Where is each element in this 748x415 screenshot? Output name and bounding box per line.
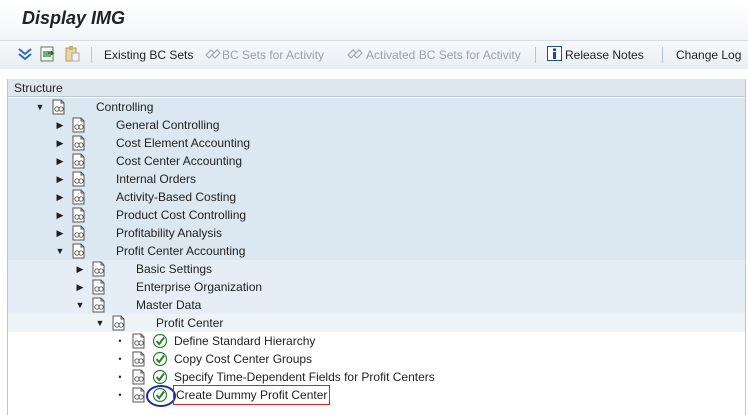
documentation-icon <box>71 225 87 241</box>
expand-arrow-icon[interactable]: ▶ <box>55 224 65 242</box>
collapse-arrow-icon[interactable]: ▼ <box>35 98 45 116</box>
expand-arrow-icon[interactable]: ▶ <box>55 134 65 152</box>
execute-activity-icon[interactable] <box>152 369 168 385</box>
clipboard-icon[interactable] <box>63 45 81 63</box>
tree-node[interactable]: ▶ Basic Settings <box>8 260 745 278</box>
tree-node[interactable]: ▶ Product Cost Controlling <box>8 206 745 224</box>
tree-node[interactable]: ▼ Master Data <box>8 296 745 314</box>
documentation-icon <box>71 207 87 223</box>
leaf-bullet-icon: • <box>118 390 122 400</box>
tree-node-label[interactable]: Profit Center <box>156 314 223 332</box>
collapse-arrow-icon[interactable]: ▼ <box>95 314 105 332</box>
tree-node-label[interactable]: Activity-Based Costing <box>116 188 236 206</box>
expand-arrow-icon[interactable]: ▶ <box>75 260 85 278</box>
tree-node-label[interactable]: Copy Cost Center Groups <box>174 350 312 368</box>
documentation-icon <box>91 261 107 277</box>
tree-node[interactable]: ▶ Enterprise Organization <box>8 278 745 296</box>
tree-node-label[interactable]: Profit Center Accounting <box>116 242 245 260</box>
expand-arrow-icon[interactable]: ▶ <box>55 152 65 170</box>
documentation-icon <box>131 333 147 349</box>
toolbar-separator <box>662 47 663 63</box>
tree-node-label[interactable]: Product Cost Controlling <box>116 206 246 224</box>
application-toolbar: Existing BC Sets BC Sets for Activity Ac… <box>0 40 748 70</box>
documentation-icon <box>71 171 87 187</box>
documentation-icon <box>71 135 87 151</box>
tree-node[interactable]: ▼ Controlling <box>8 98 745 116</box>
documentation-icon <box>71 117 87 133</box>
tree-node-label[interactable]: Create Dummy Profit Center <box>172 385 331 405</box>
documentation-icon <box>91 297 107 313</box>
tree-node[interactable]: • Define Standard Hierarchy <box>8 332 745 350</box>
toolbar-gap <box>0 69 748 79</box>
expand-arrow-icon[interactable]: ▶ <box>55 170 65 188</box>
tree-node-label[interactable]: Controlling <box>96 98 153 116</box>
tree-node[interactable]: ▶ Internal Orders <box>8 170 745 188</box>
tree-node-label[interactable]: Enterprise Organization <box>136 278 262 296</box>
tree-node[interactable]: ▼ Profit Center Accounting <box>8 242 745 260</box>
tree-node-label[interactable]: Cost Element Accounting <box>116 134 250 152</box>
tree-node[interactable]: • Copy Cost Center Groups <box>8 350 745 368</box>
documentation-icon <box>51 99 67 115</box>
tree-node[interactable]: ▶ Profitability Analysis <box>8 224 745 242</box>
tree-node[interactable]: ▶ Cost Element Accounting <box>8 134 745 152</box>
documentation-icon <box>91 279 107 295</box>
bc-set-icon[interactable] <box>204 45 222 63</box>
tree-node-label[interactable]: Master Data <box>136 296 201 314</box>
tree-node[interactable]: • Create Dummy Profit Center <box>8 385 745 407</box>
documentation-icon <box>131 387 147 403</box>
documentation-icon <box>71 189 87 205</box>
bc-sets-for-activity-button[interactable]: BC Sets for Activity <box>222 46 324 64</box>
activated-bc-set-icon[interactable] <box>346 45 364 63</box>
tree-node[interactable]: ▶ General Controlling <box>8 116 745 134</box>
leaf-bullet-icon: • <box>118 354 122 364</box>
documentation-icon <box>111 315 127 331</box>
existing-bc-sets-button[interactable]: Existing BC Sets <box>104 46 193 64</box>
execute-activity-icon[interactable] <box>152 351 168 367</box>
toolbar-separator <box>91 47 92 63</box>
highlight-circle <box>146 385 176 407</box>
expand-subtree-icon[interactable] <box>16 45 34 63</box>
toolbar-separator <box>535 47 536 63</box>
page-title: Display IMG <box>22 8 126 28</box>
leaf-bullet-icon: • <box>118 336 122 346</box>
tree-node[interactable]: ▶ Activity-Based Costing <box>8 188 745 206</box>
img-structure-tree: Structure ▼ Controlling ▶ General Controlli… <box>7 79 746 415</box>
release-notes-button[interactable]: Release Notes <box>565 46 644 64</box>
tree-node-label[interactable]: Basic Settings <box>136 260 212 278</box>
expand-arrow-icon[interactable]: ▶ <box>55 188 65 206</box>
expand-arrow-icon[interactable]: ▶ <box>55 116 65 134</box>
leaf-bullet-icon: • <box>118 372 122 382</box>
find-icon[interactable] <box>39 45 57 63</box>
expand-arrow-icon[interactable]: ▶ <box>75 278 85 296</box>
collapse-arrow-icon[interactable]: ▼ <box>55 242 65 260</box>
collapse-arrow-icon[interactable]: ▼ <box>75 296 85 314</box>
tree-node-label[interactable]: General Controlling <box>116 116 219 134</box>
tree-node[interactable]: • Specify Time-Dependent Fields for Profi… <box>8 368 745 386</box>
tree-node[interactable]: ▼ Profit Center <box>8 314 745 332</box>
documentation-icon <box>71 243 87 259</box>
tree-node-label[interactable]: Profitability Analysis <box>116 224 222 242</box>
tree-node-label[interactable]: Cost Center Accounting <box>116 152 242 170</box>
expand-arrow-icon[interactable]: ▶ <box>55 206 65 224</box>
title-bar: Display IMG <box>0 0 748 40</box>
tree-node[interactable]: ▶ Cost Center Accounting <box>8 152 745 170</box>
change-log-button[interactable]: Change Log <box>676 46 741 64</box>
info-icon[interactable] <box>546 45 564 63</box>
tree-column-header: Structure <box>8 79 745 97</box>
tree-node-label[interactable]: Define Standard Hierarchy <box>174 332 315 350</box>
activated-bc-sets-button[interactable]: Activated BC Sets for Activity <box>366 46 521 64</box>
documentation-icon <box>71 153 87 169</box>
documentation-icon <box>131 369 147 385</box>
execute-activity-icon[interactable] <box>152 333 168 349</box>
tree-node-label[interactable]: Internal Orders <box>116 170 196 188</box>
documentation-icon <box>131 351 147 367</box>
tree-node-label[interactable]: Specify Time-Dependent Fields for Profit… <box>174 368 435 386</box>
